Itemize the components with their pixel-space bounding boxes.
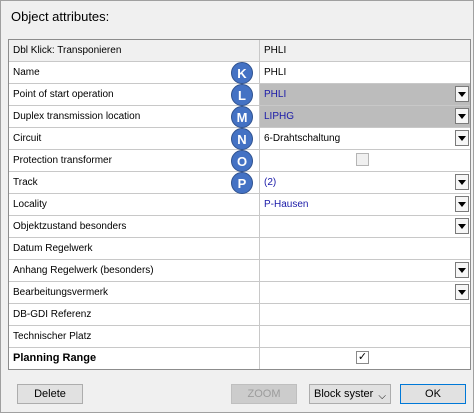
attribute-value[interactable]: 6-Drahtschaltung: [260, 128, 470, 149]
attribute-row: Bearbeitungsvermerk: [9, 282, 470, 304]
attribute-label-text: Circuit: [13, 133, 42, 144]
attribute-value-text: PHLI: [264, 45, 287, 56]
callout-badge: K: [231, 62, 253, 84]
dropdown-arrow-icon[interactable]: [455, 196, 469, 212]
attribute-label-text: Track: [13, 177, 38, 188]
dialog-title: Object attributes:: [11, 9, 110, 24]
attribute-value[interactable]: [260, 216, 470, 237]
dropdown-arrow-icon[interactable]: [455, 284, 469, 300]
attribute-value-text: PHLI: [264, 67, 287, 78]
attribute-value[interactable]: PHLI: [260, 84, 470, 105]
attribute-label: Anhang Regelwerk (besonders): [9, 260, 260, 281]
attribute-label: Duplex transmission location M: [9, 106, 260, 128]
attribute-label: Planning Range: [9, 348, 260, 369]
dropdown-arrow-icon[interactable]: [455, 108, 469, 124]
delete-button[interactable]: Delete: [17, 384, 83, 404]
callout-badge: M: [231, 106, 253, 128]
attribute-value[interactable]: PHLI: [260, 62, 470, 83]
attribute-label-text: Protection transformer: [13, 155, 112, 166]
attribute-row: Point of start operation L PHLI: [9, 84, 470, 106]
attribute-label: Name K: [9, 62, 260, 84]
callout-badge: O: [231, 150, 253, 172]
callout-badge: N: [231, 128, 253, 150]
attribute-label-text: Duplex transmission location: [13, 111, 141, 122]
attribute-label-text: Objektzustand besonders: [13, 221, 127, 232]
attribute-value[interactable]: [260, 260, 470, 281]
attribute-row: Circuit N 6-Drahtschaltung: [9, 128, 470, 150]
attribute-label: DB-GDI Referenz: [9, 304, 260, 325]
dropdown-arrow-icon[interactable]: [455, 86, 469, 102]
attribute-label: Technischer Platz: [9, 326, 260, 347]
zoom-button[interactable]: ZOOM: [231, 384, 297, 404]
attribute-value[interactable]: (2): [260, 172, 470, 193]
attribute-value[interactable]: LIPHG: [260, 106, 470, 127]
attribute-label-text: DB-GDI Referenz: [13, 309, 92, 320]
attribute-row: Duplex transmission location M LIPHG: [9, 106, 470, 128]
attribute-label: Bearbeitungsvermerk: [9, 282, 260, 303]
disabled-checkbox[interactable]: [356, 153, 369, 166]
attribute-value[interactable]: P-Hausen: [260, 194, 470, 215]
attribute-row: Name K PHLI: [9, 62, 470, 84]
attribute-row: Track P (2): [9, 172, 470, 194]
callout-badge: P: [231, 172, 253, 194]
block-system-select-value: Block syster: [314, 388, 374, 400]
checked-checkbox[interactable]: ✓: [356, 351, 369, 364]
attribute-row: Technischer Platz: [9, 326, 470, 348]
attribute-value-text: LIPHG: [264, 111, 295, 122]
attribute-label-text: Technischer Platz: [13, 331, 92, 342]
attribute-value[interactable]: [260, 238, 470, 259]
callout-badge: L: [231, 84, 253, 106]
dropdown-arrow-icon[interactable]: [455, 218, 469, 234]
attribute-row: Protection transformer O: [9, 150, 470, 172]
attribute-row: Anhang Regelwerk (besonders): [9, 260, 470, 282]
dropdown-arrow-icon[interactable]: [455, 174, 469, 190]
attribute-label-text: Datum Regelwerk: [13, 243, 93, 254]
attribute-label: Locality: [9, 194, 260, 215]
attribute-label-text: Dbl Klick: Transponieren: [13, 45, 122, 56]
checkmark-icon: ✓: [357, 351, 368, 363]
attribute-label: Track P: [9, 172, 260, 194]
attribute-value[interactable]: PHLI: [260, 40, 470, 61]
attribute-row: Dbl Klick: Transponieren PHLI: [9, 40, 470, 62]
attribute-row: Locality P-Hausen: [9, 194, 470, 216]
attribute-label-text: Anhang Regelwerk (besonders): [13, 265, 154, 276]
attribute-row: Planning Range ✓: [9, 348, 470, 369]
attribute-row: Datum Regelwerk: [9, 238, 470, 260]
attribute-value-text: (2): [264, 177, 277, 188]
attribute-label-text: Name: [13, 67, 40, 78]
attribute-label-text: Planning Range: [13, 352, 97, 364]
attribute-label: Dbl Klick: Transponieren: [9, 40, 260, 61]
attribute-row: DB-GDI Referenz: [9, 304, 470, 326]
attributes-grid: Dbl Klick: Transponieren PHLI Name K PHLI Poi…: [8, 39, 471, 370]
attribute-label: Protection transformer O: [9, 150, 260, 172]
attribute-label-text: Bearbeitungsvermerk: [13, 287, 109, 298]
attribute-label: Objektzustand besonders: [9, 216, 260, 237]
ok-button[interactable]: OK: [400, 384, 466, 404]
chevron-down-icon: ⌵: [378, 391, 386, 402]
attribute-label-text: Point of start operation: [13, 89, 114, 100]
attribute-value[interactable]: [260, 282, 470, 303]
object-attributes-dialog: Object attributes: Dbl Klick: Transponie…: [0, 0, 474, 413]
attribute-value[interactable]: [260, 150, 470, 171]
attribute-label: Point of start operation L: [9, 84, 260, 106]
attribute-value[interactable]: [260, 304, 470, 325]
attribute-value[interactable]: [260, 326, 470, 347]
attribute-value[interactable]: ✓: [260, 348, 470, 369]
attribute-value-text: P-Hausen: [264, 199, 309, 210]
attribute-label-text: Locality: [13, 199, 47, 210]
block-system-select[interactable]: Block syster ⌵: [309, 384, 391, 404]
attribute-label: Circuit N: [9, 128, 260, 150]
attribute-row: Objektzustand besonders: [9, 216, 470, 238]
attribute-value-text: PHLI: [264, 89, 287, 100]
dropdown-arrow-icon[interactable]: [455, 262, 469, 278]
dropdown-arrow-icon[interactable]: [455, 130, 469, 146]
attribute-label: Datum Regelwerk: [9, 238, 260, 259]
attribute-value-text: 6-Drahtschaltung: [264, 133, 341, 144]
